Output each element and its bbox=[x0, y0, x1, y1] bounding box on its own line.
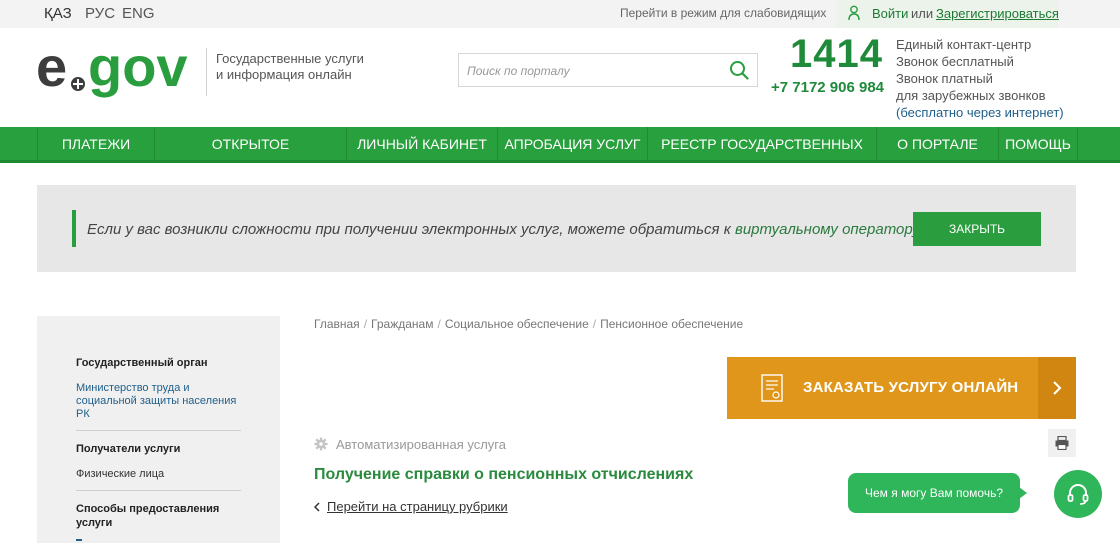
svg-text:e: e bbox=[36, 38, 67, 98]
breadcrumb-separator: / bbox=[363, 317, 368, 331]
contact-phone-short[interactable]: 1414 bbox=[790, 32, 883, 77]
gov-body-line: Министерство труда и bbox=[76, 382, 190, 394]
main-nav: ПЛАТЕЖИ ОТКРЫТОЕ ПРАВИТЕЛЬСТВО ЛИЧНЫЙ КА… bbox=[0, 127, 1120, 186]
document-icon bbox=[761, 374, 783, 402]
methods-title-line: услуги bbox=[76, 517, 113, 529]
chat-help-bubble[interactable]: Чем я могу Вам помочь? bbox=[848, 473, 1027, 513]
user-icon bbox=[848, 5, 860, 21]
breadcrumb-item-home[interactable]: Главная bbox=[314, 317, 360, 331]
or-text: или bbox=[911, 6, 934, 21]
contact-line: для зарубежных звонков bbox=[896, 88, 1046, 103]
contact-info: Единый контакт-центр Звонок бесплатный З… bbox=[896, 36, 1064, 121]
lang-rus[interactable]: РУС bbox=[83, 5, 117, 22]
methods-title-line: Способы предоставления bbox=[76, 503, 220, 515]
automated-service-label: Автоматизированная услуга bbox=[336, 437, 506, 452]
egov-logo[interactable]: e gov bbox=[36, 38, 202, 104]
alert-accent-bar bbox=[72, 210, 76, 247]
tagline-line-1: Государственные услуги bbox=[216, 51, 364, 66]
nav-item-about[interactable]: О ПОРТАЛЕ bbox=[877, 127, 998, 160]
breadcrumb: Главная / Гражданам / Социальное обеспечение… bbox=[314, 317, 743, 331]
contact-line: Звонок бесплатный bbox=[896, 54, 1014, 69]
logo-divider bbox=[206, 48, 207, 96]
contact-phone-long[interactable]: +7 7172 906 984 bbox=[771, 79, 884, 96]
order-service-online-button[interactable]: ЗАКАЗАТЬ УСЛУГУ ОНЛАЙН bbox=[727, 357, 1076, 419]
lang-eng[interactable]: ENG bbox=[120, 5, 157, 22]
operator-alert: Если у вас возникли сложности при получе… bbox=[37, 185, 1076, 272]
breadcrumb-separator: / bbox=[437, 317, 441, 331]
sidebar-divider bbox=[76, 430, 241, 431]
chevron-left-icon bbox=[314, 502, 320, 512]
lang-kaz[interactable]: ҚАЗ bbox=[42, 5, 74, 22]
order-button-label: ЗАКАЗАТЬ УСЛУГУ ОНЛАЙН bbox=[803, 379, 1019, 396]
chevron-right-icon bbox=[1053, 381, 1062, 395]
headset-icon bbox=[1067, 484, 1089, 505]
contact-line: Единый контакт-центр bbox=[896, 37, 1032, 52]
service-title: Получение справки о пенсионных отчислени… bbox=[314, 466, 694, 483]
nav-item-help[interactable]: ПОМОЩЬ bbox=[999, 127, 1077, 160]
gov-body-title: Государственный орган bbox=[76, 357, 208, 369]
nav-separator bbox=[1077, 127, 1078, 160]
methods-link-stub[interactable] bbox=[76, 539, 82, 541]
recipients-title: Получатели услуги bbox=[76, 443, 181, 455]
gov-body-line: социальной защиты населения bbox=[76, 395, 237, 407]
search-icon[interactable] bbox=[729, 60, 749, 80]
breadcrumb-item-citizens[interactable]: Гражданам bbox=[371, 317, 433, 331]
auth-box: Войти или Зарегистрироваться bbox=[836, 0, 1059, 28]
alert-text: Если у вас возникли сложности при получе… bbox=[87, 221, 731, 238]
search-input[interactable] bbox=[467, 62, 717, 80]
svg-text:gov: gov bbox=[88, 38, 188, 98]
printer-icon bbox=[1055, 436, 1069, 450]
tagline: Государственные услуги и информация онла… bbox=[216, 51, 364, 83]
breadcrumb-item-social[interactable]: Социальное обеспечение bbox=[445, 317, 589, 331]
print-button[interactable] bbox=[1048, 429, 1076, 457]
nav-item-service-approbation[interactable]: АПРОБАЦИЯ УСЛУГ bbox=[498, 127, 647, 160]
login-link[interactable]: Войти bbox=[872, 6, 908, 21]
gear-icon bbox=[314, 437, 328, 451]
nav-item-service-registry[interactable]: РЕЕСТР ГОСУДАРСТВЕННЫХ УСЛУГ bbox=[648, 127, 876, 186]
virtual-operator-link[interactable]: виртуальному оператору bbox=[735, 221, 920, 238]
service-sidebar: Государственный орган Министерство труда… bbox=[37, 316, 280, 543]
recipients-value: Физические лица bbox=[76, 468, 165, 480]
chat-open-button[interactable] bbox=[1054, 470, 1102, 518]
contact-line: Звонок платный bbox=[896, 71, 993, 86]
gov-body-link[interactable]: Министерство труда и социальной защиты н… bbox=[76, 382, 236, 421]
back-to-rubric-link[interactable]: Перейти на страницу рубрики bbox=[327, 499, 508, 514]
top-bar: ҚАЗ РУС ENG Перейти в режим для слабовид… bbox=[0, 0, 1120, 28]
register-link[interactable]: Зарегистрироваться bbox=[936, 6, 1059, 21]
methods-title: Способы предоставления услуги bbox=[76, 502, 219, 530]
nav-item-open-government[interactable]: ОТКРЫТОЕ ПРАВИТЕЛЬСТВО bbox=[155, 127, 346, 186]
search-box bbox=[458, 53, 758, 87]
sidebar-divider bbox=[76, 490, 241, 491]
contact-line-internet[interactable]: (бесплатно через интернет) bbox=[896, 104, 1064, 121]
tagline-line-2: и информация онлайн bbox=[216, 67, 352, 82]
close-button[interactable]: ЗАКРЫТЬ bbox=[913, 212, 1041, 246]
nav-item-personal-account[interactable]: ЛИЧНЫЙ КАБИНЕТ bbox=[347, 127, 497, 160]
alert-message: Если у вас возникли сложности при получе… bbox=[87, 221, 920, 238]
breadcrumb-separator: / bbox=[592, 317, 597, 331]
gov-body-line: РК bbox=[76, 408, 90, 420]
impaired-mode-link[interactable]: Перейти в режим для слабовидящих bbox=[620, 6, 826, 20]
breadcrumb-item-pension[interactable]: Пенсионное обеспечение bbox=[600, 317, 743, 331]
order-arrow-box bbox=[1038, 357, 1076, 419]
nav-item-payments[interactable]: ПЛАТЕЖИ bbox=[38, 127, 154, 160]
